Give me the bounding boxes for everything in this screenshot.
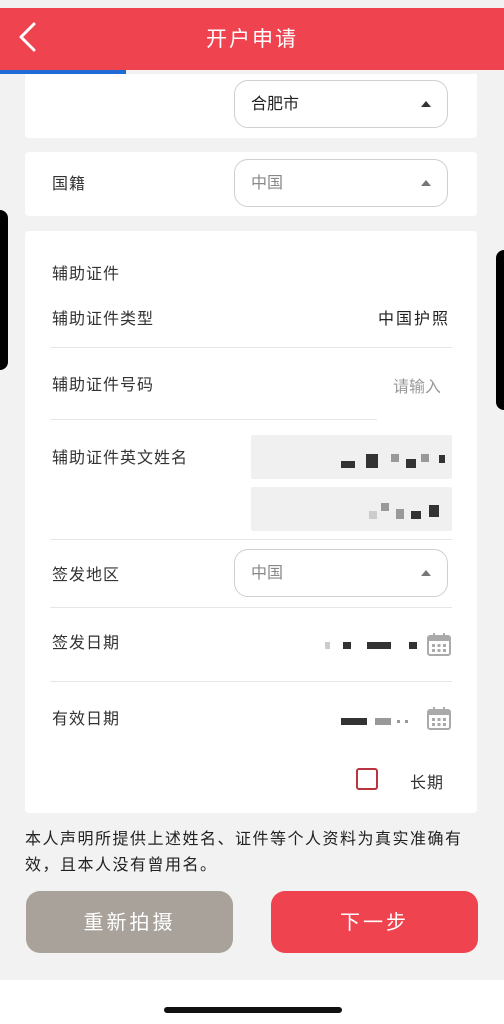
aux-id-section-title: 辅助证件 <box>52 264 121 283</box>
long-term-label: 长期 <box>410 773 445 792</box>
issue-region-value: 中国 <box>251 563 284 582</box>
english-surname-input[interactable] <box>251 435 452 479</box>
aux-id-number-label: 辅助证件号码 <box>52 375 155 394</box>
aux-id-type-label: 辅助证件类型 <box>52 309 155 328</box>
nationality-card: 国籍 中国 <box>25 152 477 216</box>
nationality-label: 国籍 <box>52 174 87 193</box>
issue-date-label: 签发日期 <box>52 633 121 652</box>
city-card: 合肥市 <box>25 74 477 138</box>
divider <box>50 681 452 682</box>
page-title: 开户申请 <box>206 27 298 51</box>
device-edge-left <box>0 210 8 370</box>
english-given-name-input[interactable] <box>251 487 452 531</box>
aux-id-card: 辅助证件 辅助证件类型 中国护照 辅助证件号码 请输入 辅助证件英文姓名 签发地… <box>25 231 477 813</box>
aux-id-type-value[interactable]: 中国护照 <box>378 305 450 329</box>
caret-up-icon <box>421 180 431 186</box>
city-select[interactable]: 合肥市 <box>234 80 448 128</box>
bottom-area <box>0 980 504 1024</box>
long-term-checkbox[interactable] <box>356 768 378 790</box>
nationality-select[interactable]: 中国 <box>234 159 448 207</box>
home-indicator[interactable] <box>164 1007 342 1013</box>
expiry-date-value[interactable] <box>335 709 425 733</box>
app-header: 开户申请 <box>0 8 504 70</box>
nationality-select-value: 中国 <box>251 173 284 192</box>
device-edge-right <box>496 250 504 410</box>
declaration-text: 本人声明所提供上述姓名、证件等个人资料为真实准确有效，且本人没有曾用名。 <box>25 829 463 874</box>
divider <box>50 607 452 608</box>
divider <box>50 539 452 540</box>
divider <box>50 419 377 420</box>
calendar-icon[interactable] <box>426 705 452 731</box>
issue-date-value[interactable] <box>315 633 425 657</box>
retake-button[interactable]: 重新拍摄 <box>26 891 233 953</box>
caret-up-icon <box>421 570 431 576</box>
issue-region-label: 签发地区 <box>52 565 121 584</box>
divider <box>50 347 452 348</box>
issue-region-select[interactable]: 中国 <box>234 549 448 597</box>
next-step-button[interactable]: 下一步 <box>271 891 478 953</box>
calendar-icon[interactable] <box>426 631 452 657</box>
city-select-value: 合肥市 <box>251 94 300 113</box>
aux-id-english-name-label: 辅助证件英文姓名 <box>52 448 189 467</box>
caret-up-icon <box>421 101 431 107</box>
expiry-date-label: 有效日期 <box>52 709 121 728</box>
aux-id-number-input[interactable]: 请输入 <box>393 373 441 397</box>
